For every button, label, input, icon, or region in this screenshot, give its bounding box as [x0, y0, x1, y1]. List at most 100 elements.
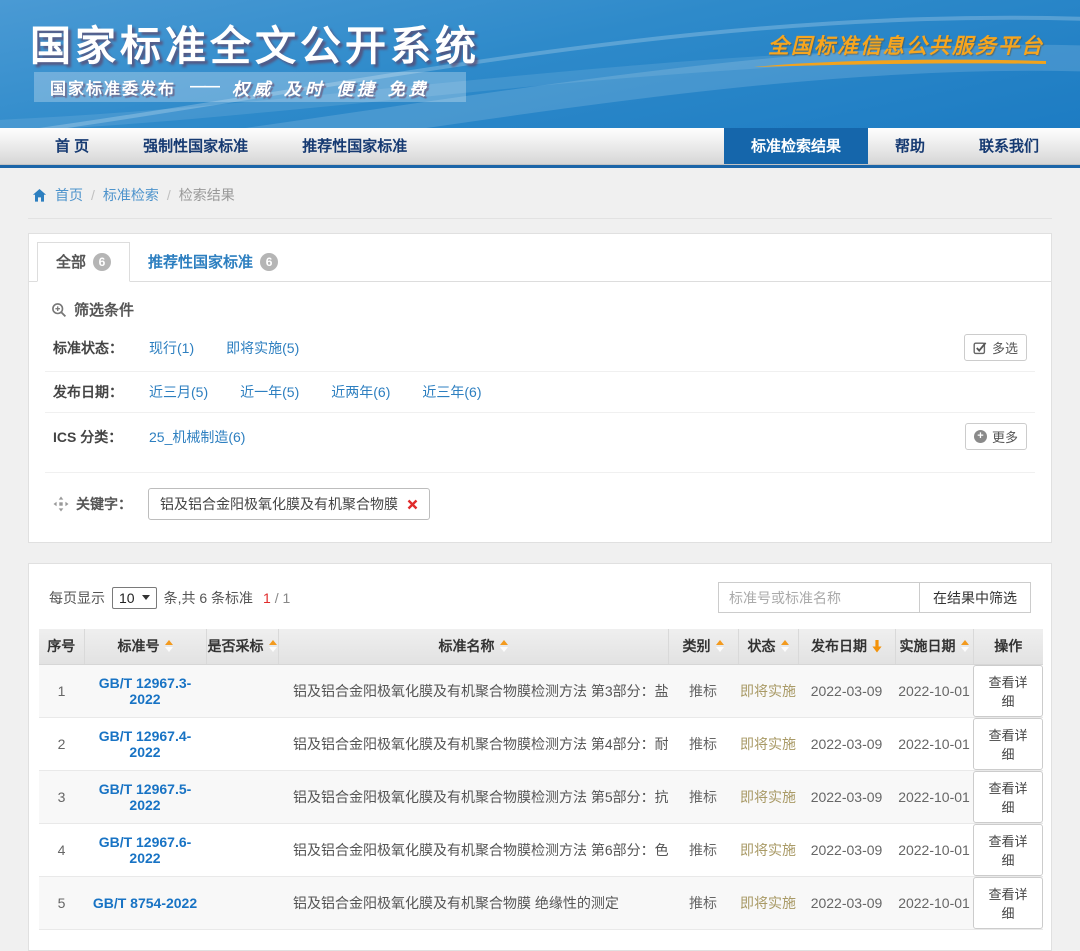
nav-item-help[interactable]: 帮助: [868, 128, 952, 164]
table-header-row: 序号 标准号 是否采标 标准名称 类别: [39, 629, 1043, 664]
cell-action: 查看详细: [973, 876, 1043, 929]
sort-icon[interactable]: [961, 640, 969, 652]
nav-item-mandatory-standards[interactable]: 强制性国家标准: [116, 128, 275, 164]
pager: 1 / 1: [263, 590, 290, 606]
col-header-name[interactable]: 标准名称: [278, 629, 668, 664]
home-icon: [32, 188, 47, 203]
view-detail-button[interactable]: 查看详细: [973, 665, 1043, 717]
cell-publish-date: 2022-03-09: [798, 770, 895, 823]
sort-icon[interactable]: [781, 640, 789, 652]
cell-adopted: [206, 664, 278, 717]
col-header-status[interactable]: 状态: [738, 629, 798, 664]
filter-date-label: 发布日期：: [53, 382, 149, 402]
site-title: 国家标准全文公开系统: [30, 12, 480, 72]
keyword-tag-text: 铝及铝合金阳极氧化膜及有机聚合物膜: [160, 494, 398, 514]
more-button[interactable]: + 更多: [965, 423, 1027, 450]
view-detail-button[interactable]: 查看详细: [973, 877, 1043, 929]
sort-desc-icon[interactable]: [872, 640, 882, 653]
cell-publish-date: 2022-03-09: [798, 664, 895, 717]
standard-code-link[interactable]: GB/T 8754-2022: [84, 876, 206, 929]
cell-action: 查看详细: [973, 770, 1043, 823]
chevron-down-icon: [142, 595, 150, 600]
slogan-text: 权威 及时 便捷 免费: [232, 75, 430, 100]
cell-status: 即将实施: [738, 876, 798, 929]
view-detail-button[interactable]: 查看详细: [973, 824, 1043, 876]
col-header-name-label: 标准名称: [439, 636, 495, 656]
nav-item-contact[interactable]: 联系我们: [952, 128, 1066, 164]
col-header-code-label: 标准号: [118, 636, 160, 656]
dash-decoration: ——: [190, 78, 218, 96]
filter-option-3months[interactable]: 近三月(5): [149, 382, 208, 402]
breadcrumb: 首页 / 标准检索 / 检索结果: [28, 168, 1052, 219]
filter-section-title-text: 筛选条件: [74, 299, 134, 320]
table-row: 4 GB/T 12967.6-2022 铝及铝合金阳极氧化膜及有机聚合物膜检测方…: [39, 823, 1043, 876]
tab-recommended-standards[interactable]: 推荐性国家标准 6: [130, 242, 296, 282]
standard-code-link[interactable]: GB/T 12967.4-2022: [84, 717, 206, 770]
view-detail-button[interactable]: 查看详细: [973, 771, 1043, 823]
cell-adopted: [206, 717, 278, 770]
col-header-adopted[interactable]: 是否采标: [206, 629, 278, 664]
cell-category: 推标: [668, 664, 738, 717]
sort-icon[interactable]: [269, 640, 277, 652]
pager-current-page: 1: [263, 590, 271, 606]
cell-index: 1: [39, 664, 84, 717]
cell-index: 5: [39, 876, 84, 929]
col-header-index: 序号: [39, 629, 84, 664]
cell-category: 推标: [668, 770, 738, 823]
cell-index: 4: [39, 823, 84, 876]
cell-category: 推标: [668, 717, 738, 770]
site-banner: 国家标准全文公开系统 国家标准委发布 —— 权威 及时 便捷 免费 全国标准信息…: [0, 0, 1080, 128]
sort-icon[interactable]: [500, 640, 508, 652]
cell-implement-date: 2022-10-01: [895, 823, 973, 876]
nav-item-home[interactable]: 首 页: [28, 128, 116, 164]
nav-item-search-results[interactable]: 标准检索结果: [724, 128, 868, 164]
col-header-category[interactable]: 类别: [668, 629, 738, 664]
keyword-label: 关键字：: [76, 494, 132, 514]
view-detail-button[interactable]: 查看详细: [973, 718, 1043, 770]
nav-item-recommended-standards[interactable]: 推荐性国家标准: [275, 128, 434, 164]
filter-option-1year[interactable]: 近一年(5): [240, 382, 299, 402]
tab-all[interactable]: 全部 6: [37, 242, 130, 282]
multi-select-label: 多选: [992, 338, 1018, 357]
cell-adopted: [206, 876, 278, 929]
filter-option-3years[interactable]: 近三年(6): [422, 382, 481, 402]
filter-option-active[interactable]: 现行(1): [149, 338, 194, 358]
col-header-code[interactable]: 标准号: [84, 629, 206, 664]
per-page-select[interactable]: 10: [112, 587, 157, 609]
tab-recommended-label: 推荐性国家标准: [148, 251, 253, 272]
col-header-implement-date[interactable]: 实施日期: [895, 629, 973, 664]
tab-all-count-badge: 6: [93, 253, 111, 271]
cell-status: 即将实施: [738, 823, 798, 876]
table-row: 3 GB/T 12967.5-2022 铝及铝合金阳极氧化膜及有机聚合物膜检测方…: [39, 770, 1043, 823]
breadcrumb-home[interactable]: 首页: [55, 185, 83, 205]
refine-search-input[interactable]: [718, 582, 920, 613]
col-header-index-label: 序号: [47, 636, 75, 656]
filter-option-ics-machinery[interactable]: 25_机械制造(6): [149, 427, 245, 447]
tab-all-label: 全部: [56, 251, 86, 272]
standard-code-link[interactable]: GB/T 12967.3-2022: [84, 664, 206, 717]
cell-adopted: [206, 823, 278, 876]
cell-action: 查看详细: [973, 823, 1043, 876]
table-row: 5 GB/T 8754-2022 铝及铝合金阳极氧化膜及有机聚合物膜 绝缘性的测…: [39, 876, 1043, 929]
cell-standard-name: 铝及铝合金阳极氧化膜及有机聚合物膜检测方法 第3部分：盐...: [278, 664, 668, 717]
cell-standard-name: 铝及铝合金阳极氧化膜及有机聚合物膜 绝缘性的测定: [278, 876, 668, 929]
move-arrows-icon: [53, 496, 69, 512]
plus-circle-icon: +: [974, 430, 987, 443]
standard-code-link[interactable]: GB/T 12967.5-2022: [84, 770, 206, 823]
col-header-publish-date[interactable]: 发布日期: [798, 629, 895, 664]
col-header-category-label: 类别: [683, 636, 711, 656]
refine-search-group: 在结果中筛选: [718, 582, 1031, 613]
standard-code-link[interactable]: GB/T 12967.6-2022: [84, 823, 206, 876]
sort-icon[interactable]: [165, 640, 173, 652]
cell-implement-date: 2022-10-01: [895, 717, 973, 770]
cell-index: 2: [39, 717, 84, 770]
breadcrumb-standard-search[interactable]: 标准检索: [103, 185, 159, 205]
filter-option-upcoming[interactable]: 即将实施(5): [226, 338, 299, 358]
cell-implement-date: 2022-10-01: [895, 876, 973, 929]
results-count-text: 条,共 6 条标准: [164, 588, 253, 608]
filter-option-2years[interactable]: 近两年(6): [331, 382, 390, 402]
refine-search-button[interactable]: 在结果中筛选: [920, 582, 1031, 613]
remove-keyword-icon[interactable]: [407, 499, 418, 510]
multi-select-button[interactable]: 多选: [964, 334, 1027, 361]
sort-icon[interactable]: [716, 640, 724, 652]
